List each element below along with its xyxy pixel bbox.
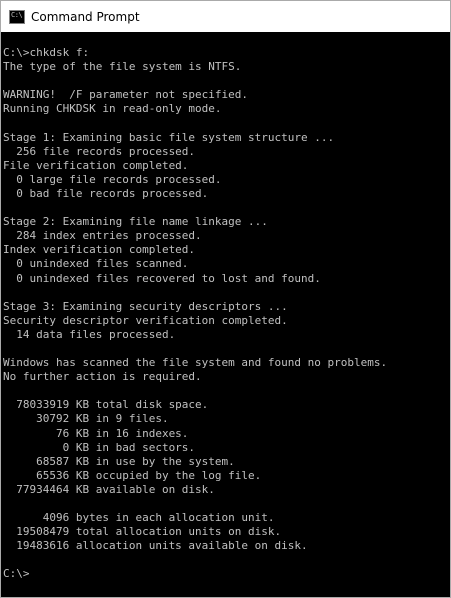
console-line: 284 index entries processed. [3, 229, 202, 243]
console-line: 0 unindexed files recovered to lost and … [3, 271, 321, 285]
console-line: 76 KB in 16 indexes. [3, 426, 189, 440]
console-line: WARNING! /F parameter not specified. [3, 88, 249, 102]
console-line: Index verification completed. [3, 243, 196, 257]
console-app-icon: C:\ [9, 9, 25, 24]
console-line: 0 KB in bad sectors. [3, 440, 196, 454]
console-line: File verification completed. [3, 158, 189, 172]
console-line: 30792 KB in 9 files. [3, 412, 169, 426]
console-line: 19483616 allocation units available on d… [3, 539, 308, 553]
console-line: 0 bad file records processed. [3, 186, 209, 200]
command-prompt-window: C:\ Command Prompt C:\>chkdsk f: The type… [0, 0, 451, 598]
console-line: 0 large file records processed. [3, 172, 222, 186]
console-line: Security descriptor verification complet… [3, 313, 288, 327]
console-line: No further action is required. [3, 370, 202, 384]
console-line: Windows has scanned the file system and … [3, 356, 388, 370]
console-text: C:\>chkdsk f: The type of the file system… [1, 32, 450, 582]
console-app-icon-glyph: C:\ [11, 10, 23, 19]
console-line: Stage 1: Examining basic file system str… [3, 130, 335, 144]
console-line: 256 file records processed. [3, 144, 196, 158]
console-output-area[interactable]: C:\>chkdsk f: The type of the file system… [1, 32, 450, 597]
console-line: 65536 KB occupied by the log file. [3, 468, 262, 482]
console-line: 0 unindexed files scanned. [3, 257, 189, 271]
console-line: Running CHKDSK in read-only mode. [3, 102, 222, 116]
console-line: 4096 bytes in each allocation unit. [3, 511, 275, 525]
console-line: The type of the file system is NTFS. [3, 60, 242, 74]
console-line: 77934464 KB available on disk. [3, 482, 215, 496]
console-line: Stage 3: Examining security descriptors … [3, 299, 288, 313]
console-line: 78033919 KB total disk space. [3, 398, 209, 412]
console-line: C:\>chkdsk f: [3, 46, 90, 59]
console-line: 68587 KB in use by the system. [3, 454, 235, 468]
console-line: 14 data files processed. [3, 327, 176, 341]
console-line: 19508479 total allocation units on disk. [3, 525, 282, 539]
console-line: C:\> [3, 567, 30, 581]
window-title: Command Prompt [31, 9, 140, 24]
title-bar[interactable]: C:\ Command Prompt [1, 1, 450, 32]
console-line: Stage 2: Examining file name linkage ... [3, 215, 268, 229]
